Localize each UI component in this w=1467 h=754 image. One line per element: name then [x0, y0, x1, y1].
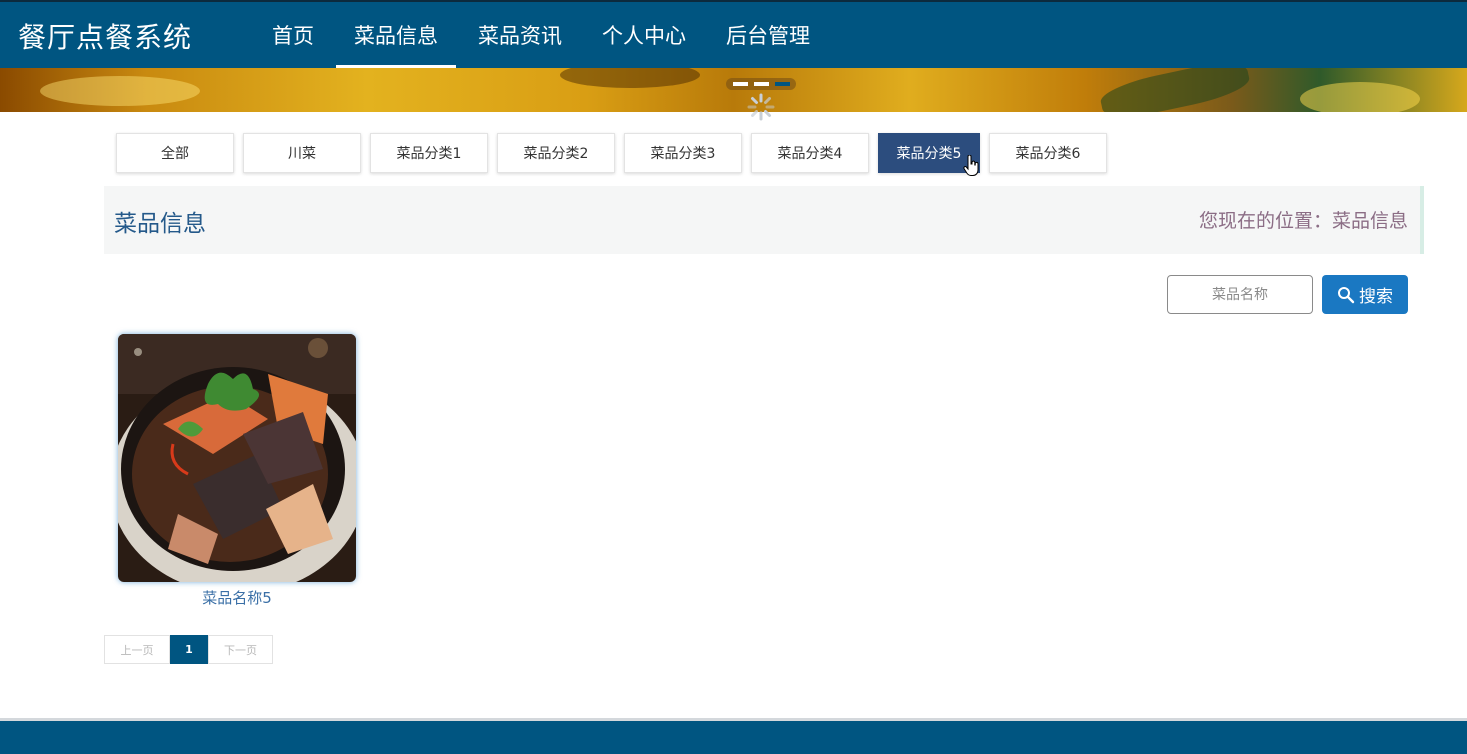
page-number-current[interactable]: 1: [170, 635, 208, 664]
next-page-button[interactable]: 下一页: [208, 635, 273, 664]
hand-pointer-cursor-icon: [963, 155, 979, 176]
dish-name-search-input[interactable]: [1167, 275, 1313, 314]
product-name[interactable]: 菜品名称5: [118, 587, 356, 608]
category-all[interactable]: 全部: [116, 133, 234, 173]
category-sichuan[interactable]: 川菜: [243, 133, 361, 173]
category-2[interactable]: 菜品分类2: [497, 133, 615, 173]
carousel-dot-2[interactable]: [753, 82, 769, 86]
dish-photo: [118, 334, 356, 582]
page-title: 菜品信息: [114, 211, 206, 237]
category-6[interactable]: 菜品分类6: [989, 133, 1107, 173]
product-card[interactable]: [118, 334, 356, 582]
search-button[interactable]: 搜索: [1322, 275, 1408, 314]
carousel-dot-1[interactable]: [732, 82, 748, 86]
banner-image-detail: [40, 76, 200, 106]
search-button-label: 搜索: [1359, 287, 1393, 307]
category-1[interactable]: 菜品分类1: [370, 133, 488, 173]
nav-item-dish-news[interactable]: 菜品资讯: [460, 2, 580, 68]
banner-carousel: [0, 68, 1467, 112]
category-3[interactable]: 菜品分类3: [624, 133, 742, 173]
nav-item-admin[interactable]: 后台管理: [708, 2, 828, 68]
carousel-indicators: [726, 78, 796, 90]
nav-item-home[interactable]: 首页: [254, 2, 332, 68]
category-4[interactable]: 菜品分类4: [751, 133, 869, 173]
site-brand[interactable]: 餐厅点餐系统: [18, 16, 192, 56]
loading-spinner-icon: [747, 93, 775, 121]
page-footer: [0, 718, 1467, 754]
top-navbar: 餐厅点餐系统 首页 菜品信息 菜品资讯 个人中心 后台管理: [0, 0, 1467, 70]
prev-page-button[interactable]: 上一页: [104, 635, 170, 664]
nav-item-personal-center[interactable]: 个人中心: [584, 2, 704, 68]
breadcrumb: 您现在的位置：菜品信息: [1198, 210, 1408, 232]
carousel-dot-3[interactable]: [774, 82, 790, 86]
search-icon: [1338, 286, 1355, 303]
banner-image-detail: [1300, 82, 1420, 112]
main-nav: 首页 菜品信息 菜品资讯 个人中心 后台管理: [252, 2, 830, 70]
banner-image-detail: [1097, 68, 1253, 112]
pagination: 上一页 1 下一页: [104, 635, 273, 664]
page-title-bar: 菜品信息 您现在的位置：菜品信息: [104, 186, 1424, 254]
banner-image-detail: [560, 68, 700, 88]
nav-item-dish-info[interactable]: 菜品信息: [336, 2, 456, 69]
